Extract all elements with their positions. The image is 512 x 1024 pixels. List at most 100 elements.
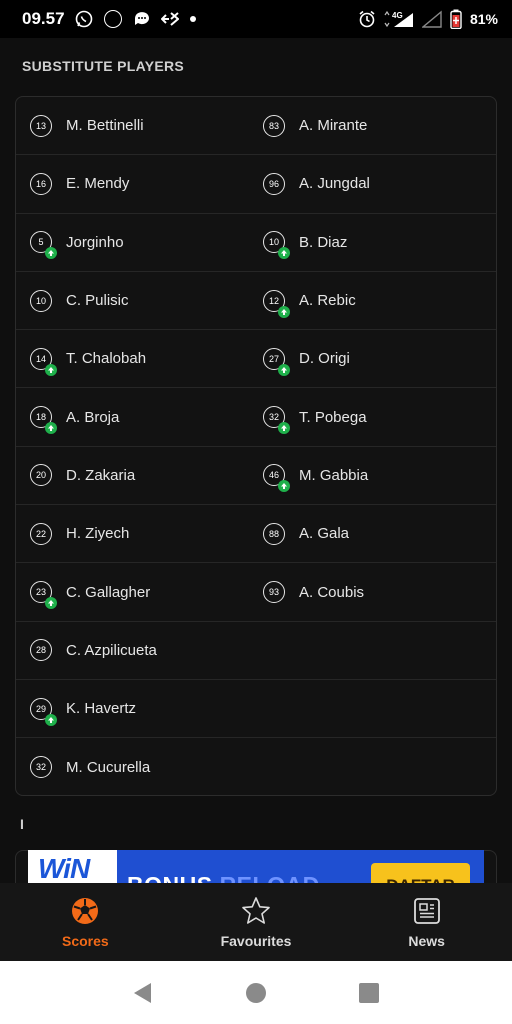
player-row: 16 E. Mendy 96 A. Jungdal: [16, 155, 496, 214]
star-icon: [240, 895, 272, 927]
player-name: A. Coubis: [299, 583, 365, 601]
shirt-number-text: 46: [268, 470, 279, 481]
player-name: A. Jungdal: [299, 175, 370, 193]
player-item[interactable]: 10 B. Diaz: [249, 231, 482, 260]
alarm-icon: [358, 10, 376, 28]
player-item[interactable]: 22 H. Ziyech: [16, 522, 249, 545]
player-name: D. Zakaria: [66, 466, 136, 484]
shirt-number-text: 83: [268, 120, 279, 131]
shirt-number: 12: [263, 289, 290, 318]
shirt-number: 88: [263, 522, 285, 545]
player-row: 20 D. Zakaria 46 M. Gabbia: [16, 447, 496, 506]
player-item[interactable]: 28 C. Azpilicueta: [16, 639, 249, 662]
whatsapp-icon: [75, 10, 93, 28]
next-section-title: I: [20, 816, 24, 832]
nav-news[interactable]: News: [341, 883, 512, 961]
shirt-number: 27: [263, 347, 290, 376]
substitution-arrow-icon: [278, 480, 290, 493]
player-item[interactable]: 18 A. Broja: [16, 406, 249, 435]
player-item[interactable]: 23 C. Gallagher: [16, 581, 249, 610]
player-item[interactable]: 29 K. Havertz: [16, 697, 249, 726]
network-type: 4G: [392, 11, 403, 20]
player-item[interactable]: 14 T. Chalobah: [16, 347, 249, 376]
nav-scores[interactable]: Scores: [0, 883, 171, 961]
player-item[interactable]: 10 C. Pulisic: [16, 289, 249, 312]
player-name: A. Broja: [66, 408, 120, 426]
player-name: A. Mirante: [299, 117, 368, 135]
player-item[interactable]: 16 E. Mendy: [16, 172, 249, 195]
ad-banner[interactable]: WiN 368 BONUS RELOAD DAFTAR: [28, 850, 484, 883]
shirt-number: 83: [263, 114, 285, 137]
shirt-number-text: 5: [38, 237, 44, 248]
shirt-number-text: 32: [35, 762, 46, 773]
shirt-number: 46: [263, 464, 290, 493]
player-row: 13 M. Bettinelli 83 A. Mirante: [16, 97, 496, 156]
recents-square-icon: [359, 982, 380, 1003]
ad-headline-word2: RELOAD: [220, 872, 320, 883]
player-name: D. Origi: [299, 350, 350, 368]
player-name: K. Havertz: [66, 700, 137, 718]
player-item[interactable]: 5 Jorginho: [16, 231, 249, 260]
system-navigation-bar: [0, 961, 512, 1024]
player-name: M. Gabbia: [299, 466, 369, 484]
shirt-number-text: 28: [35, 645, 46, 656]
recents-button[interactable]: [355, 979, 383, 1007]
player-name: A. Rebic: [299, 292, 356, 310]
home-circle-icon: [245, 982, 266, 1003]
app-logo-icon: [160, 12, 179, 26]
notification-dot-icon: [189, 15, 197, 23]
shirt-number: 32: [263, 406, 290, 435]
substitution-arrow-icon: [45, 422, 57, 435]
shirt-number: 5: [30, 231, 57, 260]
player-row: 14 T. Chalobah 27 D. Origi: [16, 330, 496, 389]
player-row: 22 H. Ziyech 88 A. Gala: [16, 505, 496, 564]
player-item[interactable]: 88 A. Gala: [249, 522, 482, 545]
player-item[interactable]: 27 D. Origi: [249, 347, 482, 376]
substitution-arrow-icon: [45, 363, 57, 376]
shirt-number: 93: [263, 581, 285, 604]
battery-icon: [450, 9, 462, 29]
shirt-number: 32: [30, 756, 52, 779]
player-name: H. Ziyech: [66, 525, 130, 543]
app-dot-icon: [103, 9, 123, 29]
player-item[interactable]: 12 A. Rebic: [249, 289, 482, 318]
player-item[interactable]: 83 A. Mirante: [249, 114, 482, 137]
shirt-number-text: 93: [268, 587, 279, 598]
shirt-number: 13: [30, 114, 52, 137]
player-item[interactable]: 96 A. Jungdal: [249, 172, 482, 195]
back-button[interactable]: [129, 979, 157, 1007]
player-row: 18 A. Broja 32 T. Pobega: [16, 388, 496, 447]
player-row: 23 C. Gallagher 93 A. Coubis: [16, 563, 496, 622]
substitution-arrow-icon: [45, 247, 57, 260]
nav-label-favourites: Favourites: [220, 933, 292, 949]
shirt-number: 96: [263, 172, 285, 195]
player-name: A. Gala: [299, 525, 350, 543]
shirt-number-text: 20: [35, 470, 46, 481]
shirt-number-text: 29: [35, 703, 46, 714]
shirt-number: 10: [30, 289, 52, 312]
nav-favourites[interactable]: Favourites: [171, 883, 342, 961]
ad-headline: BONUS RELOAD: [127, 872, 320, 883]
shirt-number: 18: [30, 406, 57, 435]
player-row: 10 C. Pulisic 12 A. Rebic: [16, 272, 496, 331]
substitution-arrow-icon: [45, 597, 57, 610]
ad-cta-button[interactable]: DAFTAR: [371, 863, 470, 883]
shirt-number-text: 14: [35, 353, 46, 364]
match-lineup-content[interactable]: SUBSTITUTE PLAYERS 13 M. Bettinelli 83 A. M…: [0, 38, 512, 883]
player-item[interactable]: 20 D. Zakaria: [16, 464, 249, 487]
player-item[interactable]: 32 M. Cucurella: [16, 756, 249, 779]
shirt-number: 28: [30, 639, 52, 662]
player-item[interactable]: 13 M. Bettinelli: [16, 114, 249, 137]
shirt-number: 23: [30, 581, 57, 610]
player-item[interactable]: 46 M. Gabbia: [249, 464, 482, 493]
player-name: C. Pulisic: [66, 292, 129, 310]
back-triangle-icon: [133, 982, 151, 1003]
home-button[interactable]: [242, 979, 270, 1007]
nav-label-news: News: [408, 933, 445, 949]
shirt-number-text: 22: [35, 528, 46, 539]
player-item[interactable]: 93 A. Coubis: [249, 581, 482, 604]
nav-label-scores: Scores: [61, 933, 109, 949]
player-item[interactable]: 32 T. Pobega: [249, 406, 482, 435]
shirt-number-text: 12: [268, 295, 279, 306]
shirt-number: 10: [263, 231, 290, 260]
